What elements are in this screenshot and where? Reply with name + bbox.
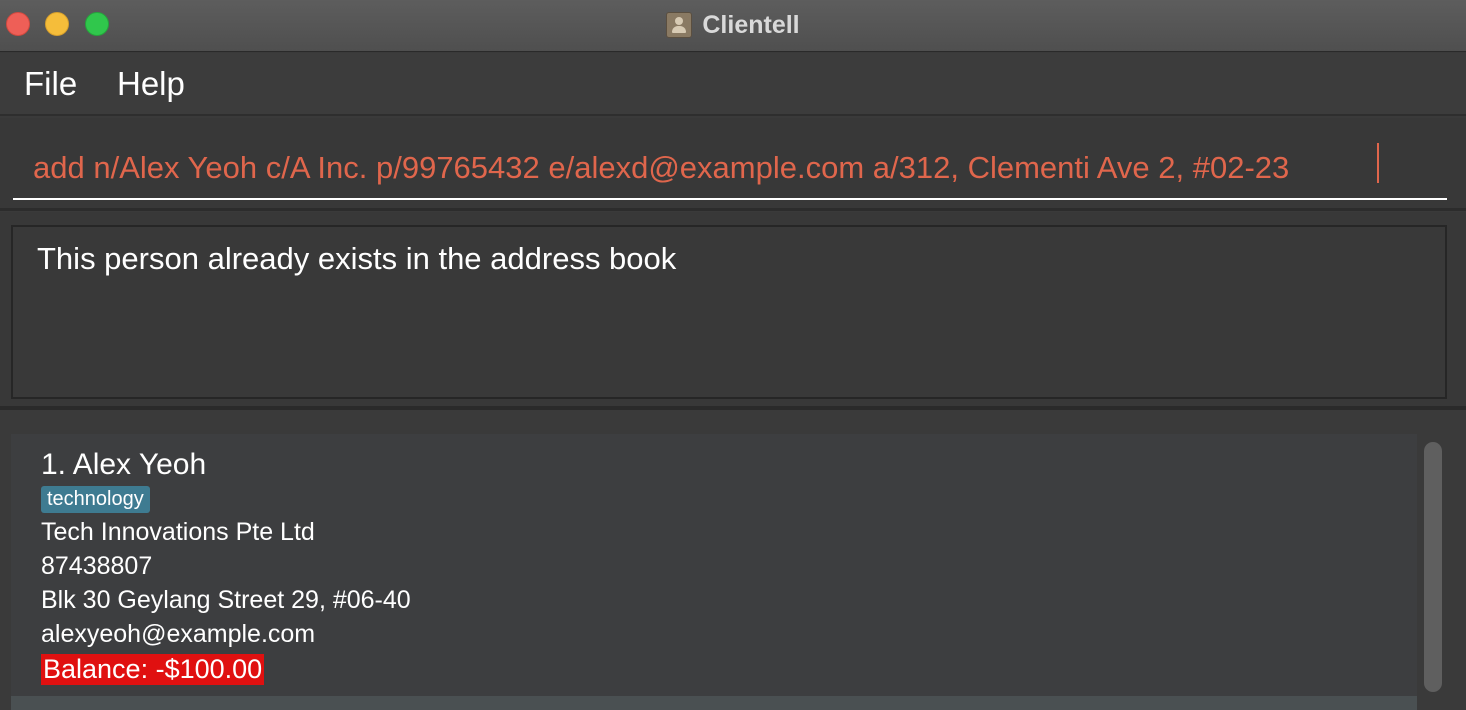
- result-display[interactable]: This person already exists in the addres…: [11, 225, 1447, 399]
- window-title: Clientell: [702, 10, 800, 39]
- person-tag: technology: [41, 486, 150, 513]
- person-company: Tech Innovations Pte Ltd: [41, 518, 315, 546]
- text-caret: [1377, 143, 1379, 183]
- menu-file[interactable]: File: [24, 65, 77, 103]
- person-phone: 87438807: [41, 552, 153, 580]
- title-container: Clientell: [0, 0, 1466, 50]
- title-bar[interactable]: Clientell: [0, 0, 1466, 52]
- next-person-card[interactable]: [11, 696, 1417, 710]
- command-input[interactable]: [13, 138, 1447, 200]
- list-scrollbar[interactable]: [1424, 442, 1442, 692]
- app-window: Clientell File Help This person already …: [0, 0, 1466, 710]
- person-card[interactable]: 1. Alex Yeoh technology Tech Innovations…: [11, 434, 1417, 696]
- contact-book-icon: [666, 12, 693, 38]
- person-list-panel: 1. Alex Yeoh technology Tech Innovations…: [0, 414, 1466, 710]
- person-name: 1. Alex Yeoh: [41, 448, 207, 481]
- menu-bar: File Help: [0, 53, 1466, 116]
- command-box: [0, 118, 1466, 211]
- menu-help[interactable]: Help: [117, 65, 185, 103]
- person-balance: Balance: -$100.00: [41, 654, 265, 685]
- result-panel: This person already exists in the addres…: [0, 212, 1466, 410]
- person-address: Blk 30 Geylang Street 29, #06-40: [41, 586, 411, 614]
- person-email: alexyeoh@example.com: [41, 620, 316, 648]
- result-message: This person already exists in the addres…: [37, 241, 677, 276]
